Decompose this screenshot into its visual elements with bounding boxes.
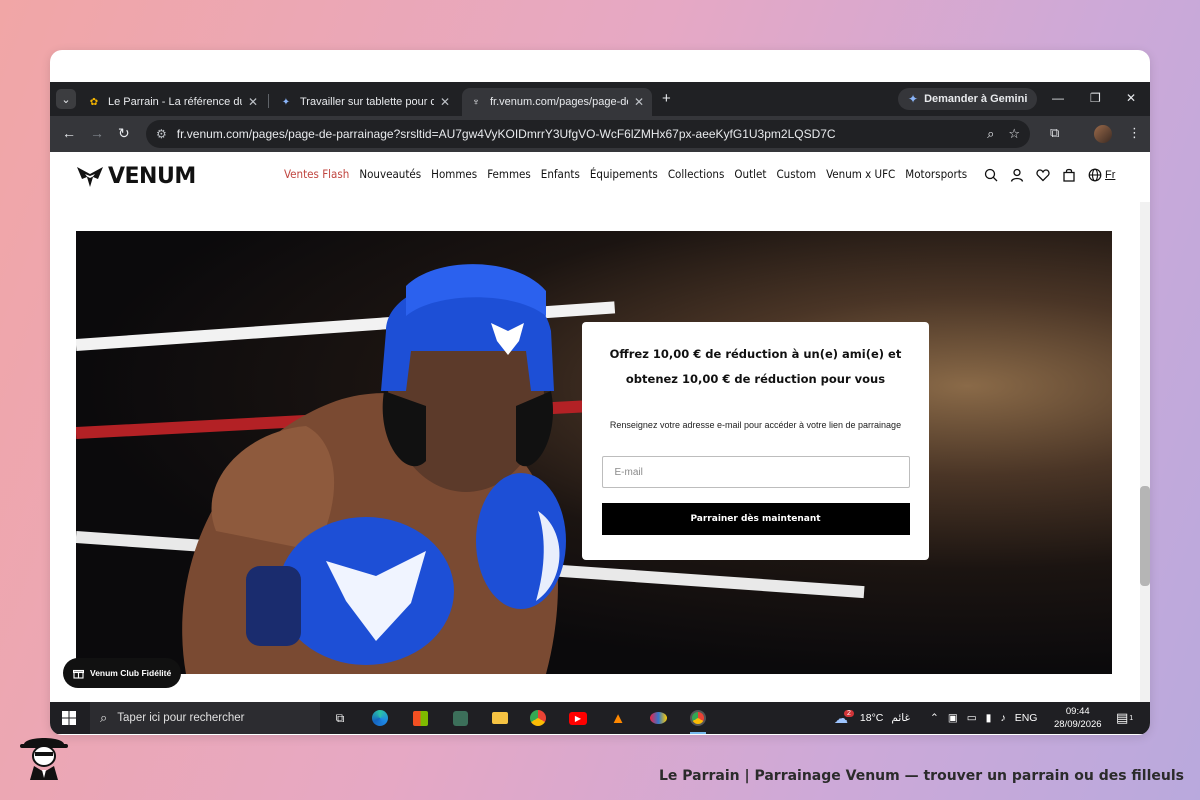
main-navigation: Ventes Flash Nouveautés Hommes Femmes En… bbox=[284, 167, 967, 181]
weather-badge: 2 bbox=[844, 709, 854, 717]
refer-now-button[interactable]: Parrainer dès maintenant bbox=[601, 503, 910, 535]
le-parrain-favicon-icon: ✿ bbox=[89, 96, 99, 108]
meet-now-icon[interactable]: ▣ bbox=[948, 712, 958, 724]
nav-ventes-flash[interactable]: Ventes Flash bbox=[284, 167, 349, 181]
task-view-icon[interactable]: ⧉ bbox=[330, 708, 350, 728]
nav-nouveautes[interactable]: Nouveautés bbox=[359, 167, 421, 181]
venum-snake-logo-icon bbox=[77, 166, 103, 187]
chrome-icon[interactable] bbox=[528, 708, 548, 728]
close-icon[interactable]: ✕ bbox=[440, 95, 450, 109]
display-icon[interactable]: ▭ bbox=[967, 712, 977, 724]
tab-search-button[interactable]: ⌄ bbox=[56, 89, 76, 109]
search-icon[interactable] bbox=[984, 168, 998, 182]
forward-arrow-icon[interactable]: → bbox=[90, 125, 104, 141]
window-close-icon[interactable]: ✕ bbox=[1126, 91, 1136, 105]
taskbar-search-box[interactable]: ⌕ Taper ici pour rechercher bbox=[90, 702, 320, 734]
profile-avatar[interactable] bbox=[1094, 125, 1112, 143]
nav-femmes[interactable]: Femmes bbox=[487, 167, 531, 181]
cart-bag-icon[interactable] bbox=[1062, 168, 1076, 182]
browser-tab-strip: ⌄ ✿ Le Parrain - La référence du parrain… bbox=[50, 82, 1150, 116]
globe-icon bbox=[1088, 168, 1102, 182]
nav-venum-x-ufc[interactable]: Venum x UFC bbox=[826, 167, 895, 181]
language-selector[interactable]: Fr bbox=[1088, 168, 1115, 182]
youtube-icon[interactable]: ▶ bbox=[568, 708, 588, 728]
volume-icon[interactable]: ♪ bbox=[1000, 712, 1005, 724]
nav-collections[interactable]: Collections bbox=[668, 167, 725, 181]
stocks-app-icon[interactable] bbox=[450, 708, 470, 728]
close-icon[interactable]: ✕ bbox=[634, 95, 644, 109]
nav-outlet[interactable]: Outlet bbox=[734, 167, 766, 181]
gemini-sparkle-icon: ✦ bbox=[908, 92, 919, 106]
address-bar[interactable]: ⚙ fr.venum.com/pages/page-de-parrainage?… bbox=[146, 120, 1030, 148]
gemini-favicon-icon: ✦ bbox=[281, 96, 291, 108]
restore-icon[interactable]: ❐ bbox=[1090, 91, 1101, 105]
nav-custom[interactable]: Custom bbox=[776, 167, 816, 181]
nav-equipements[interactable]: Équipements bbox=[590, 167, 658, 181]
more-menu-icon[interactable]: ⋮ bbox=[1128, 125, 1141, 141]
new-tab-plus-icon[interactable]: + bbox=[662, 90, 671, 107]
browser-toolbar: ← → ↻ ⚙ fr.venum.com/pages/page-de-parra… bbox=[50, 116, 1150, 152]
windows-taskbar: ⌕ Taper ici pour rechercher ⧉ ▶ ▲ ☁ 2 18… bbox=[50, 702, 1150, 734]
bookmark-star-icon[interactable]: ☆ bbox=[1008, 126, 1020, 142]
file-explorer-icon[interactable] bbox=[490, 708, 510, 728]
system-tray: ⌃ ▣ ▭ ▮ ♪ ENG bbox=[930, 702, 1037, 734]
loyalty-club-button[interactable]: Venum Club Fidélité bbox=[63, 658, 182, 688]
page-scrollbar[interactable] bbox=[1140, 202, 1150, 702]
microsoft-store-icon[interactable] bbox=[410, 708, 430, 728]
input-language[interactable]: ENG bbox=[1015, 712, 1038, 724]
taskbar-clock[interactable]: 09:44 28/09/2026 bbox=[1054, 705, 1102, 731]
reload-icon[interactable]: ↻ bbox=[118, 125, 130, 142]
battery-icon[interactable]: ▮ bbox=[986, 712, 992, 724]
email-field[interactable] bbox=[601, 456, 910, 488]
referral-subtitle: Renseignez votre adresse e-mail pour acc… bbox=[609, 420, 902, 430]
zoom-icon[interactable]: ⌕ bbox=[987, 126, 994, 142]
screenshot-frame: ⌄ ✿ Le Parrain - La référence du parrain… bbox=[50, 50, 1150, 735]
ask-gemini-button[interactable]: ✦ Demander à Gemini bbox=[898, 88, 1038, 110]
close-icon[interactable]: ✕ bbox=[248, 95, 258, 109]
chevron-up-icon[interactable]: ⌃ bbox=[930, 712, 939, 724]
nav-hommes[interactable]: Hommes bbox=[431, 167, 477, 181]
chrome-profile-icon[interactable] bbox=[688, 708, 708, 734]
weather-widget[interactable]: ☁ 2 18°C غائم bbox=[834, 702, 910, 734]
venum-logo[interactable]: VENUM bbox=[76, 164, 196, 189]
account-icon[interactable] bbox=[1010, 168, 1024, 182]
referral-title: Offrez 10,00 € de réduction à un(e) ami(… bbox=[609, 347, 902, 386]
site-header: VENUM Ventes Flash Nouveautés Hommes Fem… bbox=[50, 152, 1150, 202]
tab-venum[interactable]: ♆ fr.venum.com/pages/page-de-parrainage … bbox=[462, 88, 652, 116]
vlc-icon[interactable]: ▲ bbox=[608, 708, 628, 728]
wishlist-heart-icon[interactable] bbox=[1036, 168, 1050, 182]
screen: ⌄ ✿ Le Parrain - La référence du parrain… bbox=[50, 82, 1150, 734]
site-info-icon[interactable]: ⚙ bbox=[156, 127, 167, 141]
le-parrain-mascot-logo bbox=[20, 738, 68, 780]
gift-icon bbox=[73, 669, 84, 679]
header-icons: Fr bbox=[984, 168, 1115, 182]
tab-separator bbox=[268, 94, 269, 108]
venum-favicon-icon: ♆ bbox=[472, 96, 480, 108]
notifications-icon[interactable]: ▤ 1 bbox=[1116, 702, 1133, 734]
nav-motorsports[interactable]: Motorsports bbox=[905, 167, 967, 181]
windows-start-icon[interactable] bbox=[62, 711, 76, 725]
tab-tablette[interactable]: ✦ Travailler sur tablette pour clients ✕ bbox=[272, 88, 458, 116]
paint-app-icon[interactable] bbox=[648, 708, 668, 728]
nav-enfants[interactable]: Enfants bbox=[541, 167, 580, 181]
extensions-puzzle-icon[interactable]: ⧉ bbox=[1050, 125, 1059, 141]
minimize-icon[interactable]: — bbox=[1052, 91, 1064, 105]
referral-card: Offrez 10,00 € de réduction à un(e) ami(… bbox=[582, 322, 929, 560]
search-icon: ⌕ bbox=[100, 710, 108, 725]
tab-le-parrain[interactable]: ✿ Le Parrain - La référence du parrainag… bbox=[80, 88, 266, 116]
page-scrollbar-thumb[interactable] bbox=[1140, 486, 1150, 586]
edge-browser-icon[interactable] bbox=[370, 708, 390, 728]
page-caption: Le Parrain | Parrainage Venum — trouver … bbox=[658, 768, 1184, 784]
back-arrow-icon[interactable]: ← bbox=[62, 125, 76, 141]
